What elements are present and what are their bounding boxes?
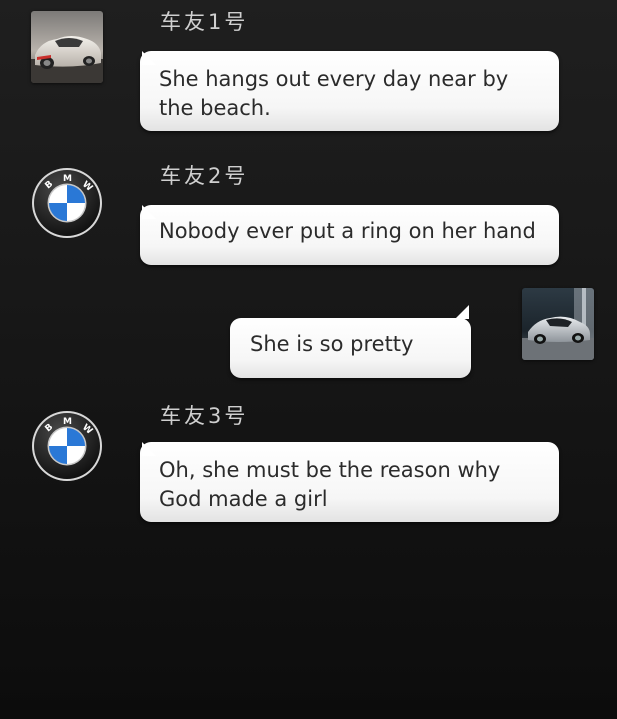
- chat-conversation: 车友1号 She hangs out every day near by the…: [0, 0, 617, 719]
- message-bubble[interactable]: Nobody ever put a ring on her hand: [140, 205, 559, 265]
- silver-car-photo-icon[interactable]: [522, 288, 594, 360]
- message-text: She is so pretty: [250, 332, 414, 356]
- message-text: Oh, she must be the reason why God made …: [159, 458, 501, 511]
- svg-text:M: M: [63, 174, 72, 184]
- bmw-logo-icon[interactable]: B M W: [31, 410, 103, 482]
- bmw-logo-icon[interactable]: B M W: [31, 167, 103, 239]
- message-bubble[interactable]: She is so pretty: [230, 305, 471, 378]
- message-text: She hangs out every day near by the beac…: [159, 67, 509, 120]
- svg-text:M: M: [63, 417, 72, 427]
- bubble-tail: [142, 38, 158, 52]
- message-text: Nobody ever put a ring on her hand: [159, 219, 536, 243]
- sports-car-photo-icon[interactable]: [31, 11, 103, 83]
- bubble-tail: [142, 429, 158, 443]
- message-bubble[interactable]: Oh, she must be the reason why God made …: [140, 442, 559, 522]
- sender-name: 车友2号: [160, 164, 249, 188]
- sender-name: 车友3号: [160, 404, 249, 428]
- bubble-tail: [142, 192, 158, 206]
- bubble-tail: [455, 305, 469, 319]
- message-bubble[interactable]: She hangs out every day near by the beac…: [140, 51, 559, 131]
- sender-name: 车友1号: [160, 10, 249, 34]
